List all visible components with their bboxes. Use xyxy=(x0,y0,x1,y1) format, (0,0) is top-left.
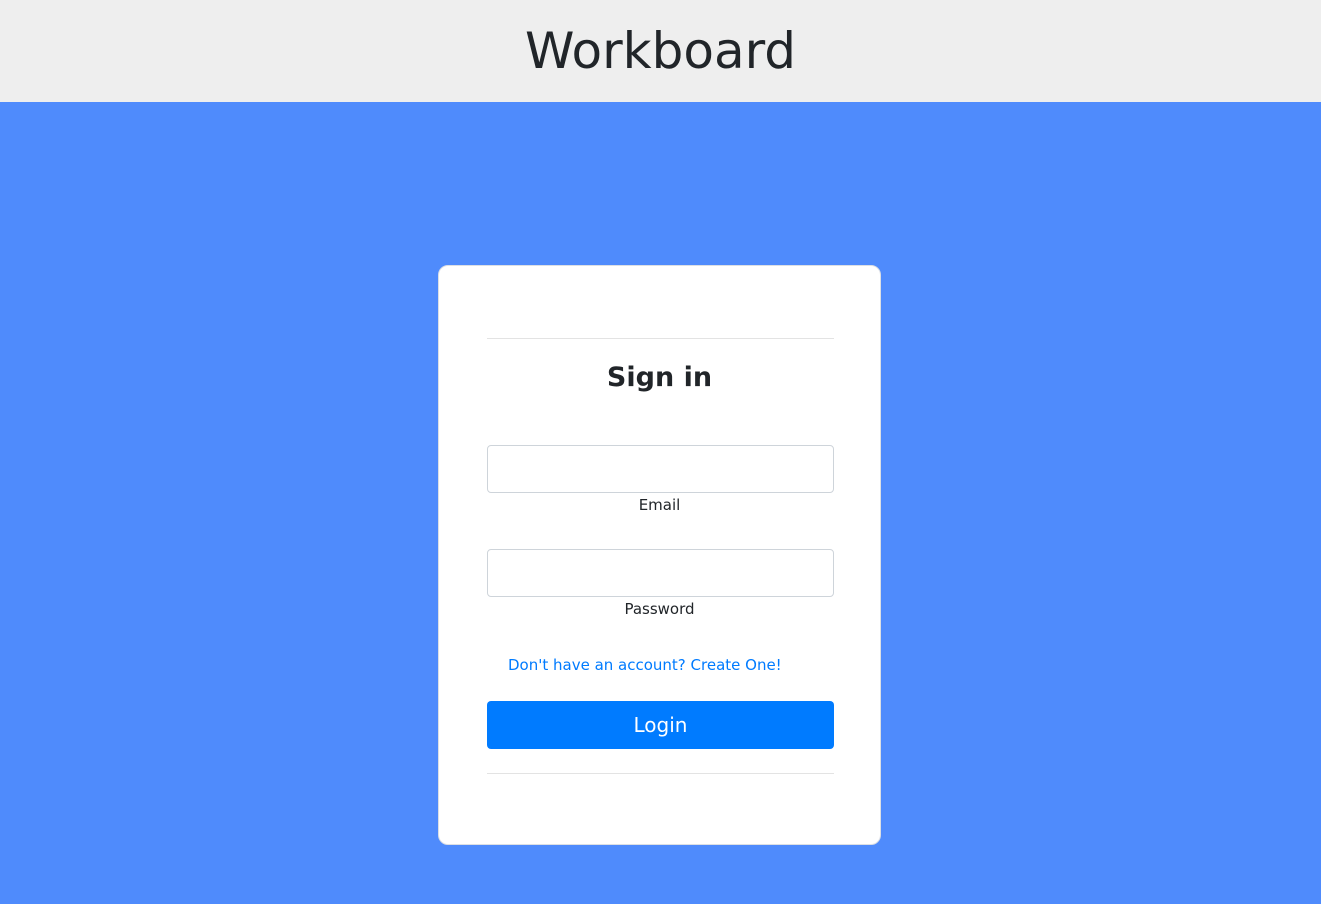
divider-top xyxy=(487,338,834,339)
email-input[interactable] xyxy=(487,445,834,493)
divider-bottom xyxy=(487,773,834,774)
sign-in-heading: Sign in xyxy=(606,362,713,393)
email-label: Email xyxy=(638,496,681,514)
password-label: Password xyxy=(624,600,695,618)
app-header: Workboard xyxy=(0,0,1321,102)
login-button[interactable]: Login xyxy=(487,701,834,749)
login-card: Sign in Email Password Don't have an acc… xyxy=(438,265,881,845)
create-account-link[interactable]: Don't have an account? Create One! xyxy=(508,656,782,674)
password-input[interactable] xyxy=(487,549,834,597)
app-title: Workboard xyxy=(525,22,796,80)
